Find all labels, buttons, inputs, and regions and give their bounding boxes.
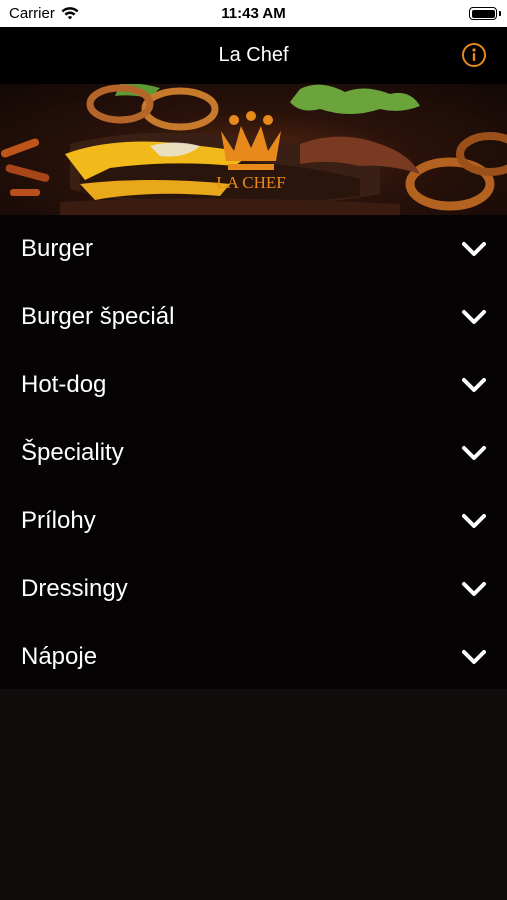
hero-banner: LA CHEF xyxy=(0,84,507,215)
menu-item-dressingy[interactable]: Dressingy xyxy=(0,555,507,623)
la-chef-logo: LA CHEF xyxy=(216,111,286,192)
chevron-down-icon xyxy=(462,446,486,460)
page-title: La Chef xyxy=(218,44,289,66)
menu-item-label: Špeciality xyxy=(21,439,124,466)
status-time: 11:43 AM xyxy=(221,5,286,22)
menu-list: Burger Burger špeciál Hot-dog Špeciality… xyxy=(0,215,507,689)
menu-item-prilohy[interactable]: Prílohy xyxy=(0,487,507,555)
chevron-down-icon xyxy=(462,310,486,324)
menu-item-label: Prílohy xyxy=(21,507,96,534)
chevron-down-icon xyxy=(462,514,486,528)
chevron-down-icon xyxy=(462,650,486,664)
menu-item-label: Burger xyxy=(21,235,94,262)
menu-item-napoje[interactable]: Nápoje xyxy=(0,623,507,691)
logo-text: LA CHEF xyxy=(216,173,285,192)
chevron-down-icon xyxy=(462,582,486,596)
menu-item-burger-special[interactable]: Burger špeciál xyxy=(0,283,507,351)
navigation-bar: La Chef xyxy=(0,27,507,84)
battery-tip xyxy=(499,11,501,16)
chevron-down-icon xyxy=(462,378,486,392)
info-icon[interactable] xyxy=(461,42,487,68)
chevron-down-icon xyxy=(462,242,486,256)
menu-item-label: Burger špeciál xyxy=(21,303,175,330)
menu-item-label: Hot-dog xyxy=(21,371,107,398)
menu-item-speciality[interactable]: Špeciality xyxy=(0,419,507,487)
menu-item-label: Dressingy xyxy=(21,575,128,602)
status-bar: Carrier 11:43 AM xyxy=(0,0,507,27)
menu-item-burger[interactable]: Burger xyxy=(0,215,507,283)
battery-icon xyxy=(469,7,497,20)
menu-item-label: Nápoje xyxy=(21,643,98,670)
menu-item-hot-dog[interactable]: Hot-dog xyxy=(0,351,507,419)
